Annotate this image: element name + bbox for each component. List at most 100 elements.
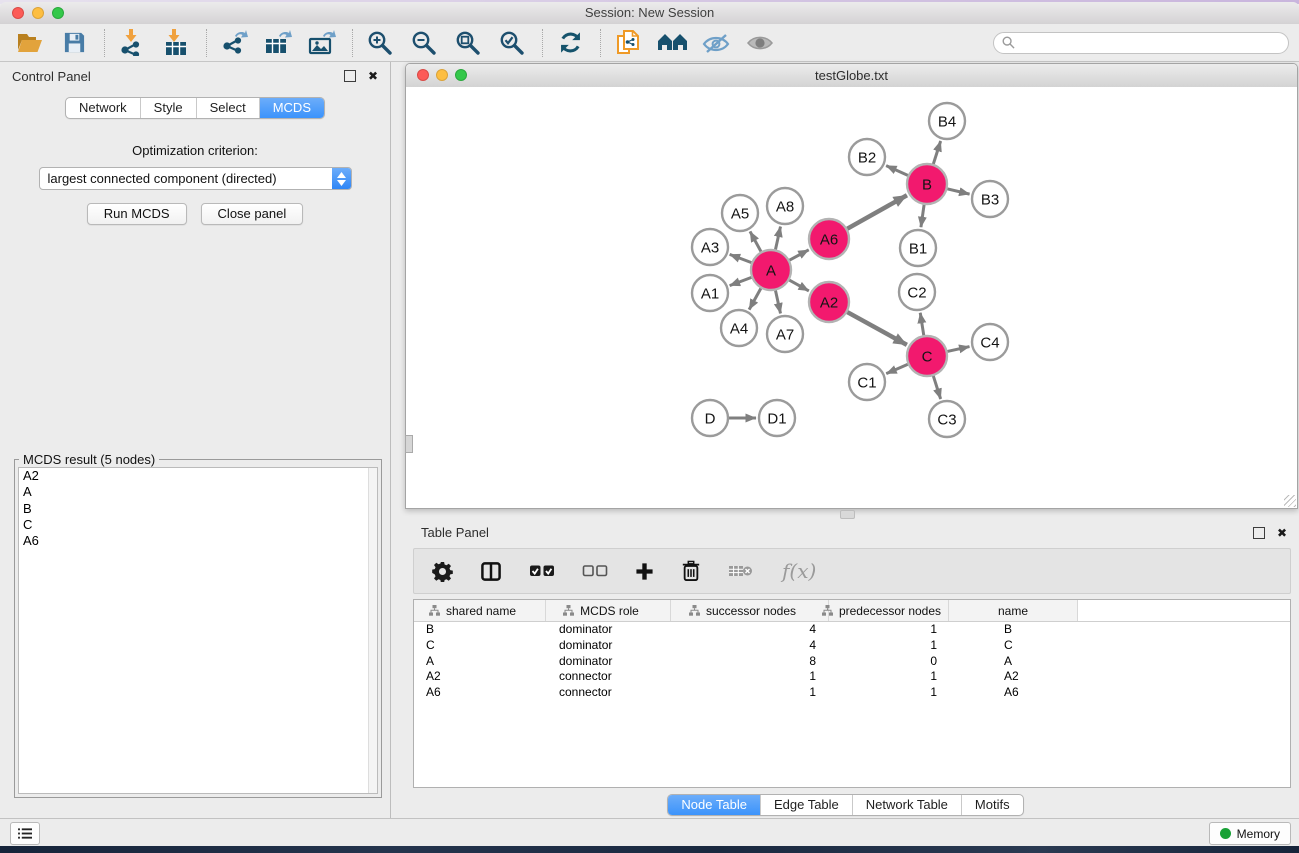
- import-network-icon[interactable]: [116, 27, 148, 59]
- graph-node-A[interactable]: A: [751, 250, 791, 290]
- table-cell[interactable]: A: [949, 654, 1078, 670]
- mcds-result-item[interactable]: A6: [19, 533, 377, 549]
- table-cell[interactable]: A2: [414, 669, 546, 685]
- zoom-selected-icon[interactable]: [496, 27, 528, 59]
- graph-node-A4[interactable]: A4: [721, 310, 757, 346]
- table-cell[interactable]: C: [949, 638, 1078, 654]
- search-field[interactable]: [993, 32, 1289, 54]
- zoom-in-icon[interactable]: [364, 27, 396, 59]
- table-row[interactable]: Adominator80A: [414, 654, 1290, 670]
- graph-edge-A-A1[interactable]: [730, 276, 755, 285]
- graph-edge-A-A8[interactable]: [775, 227, 781, 253]
- column-header-mcds-role[interactable]: MCDS role: [546, 600, 671, 621]
- table-cell[interactable]: 4: [671, 622, 829, 638]
- window-resize-handle[interactable]: [1284, 495, 1296, 507]
- deselect-all-icon[interactable]: [582, 564, 608, 578]
- table-cell[interactable]: connector: [546, 685, 671, 701]
- mcds-result-item[interactable]: B: [19, 501, 377, 517]
- gear-icon[interactable]: [432, 561, 453, 582]
- table-cell[interactable]: B: [414, 622, 546, 638]
- graph-edge-C-C2[interactable]: [920, 313, 924, 338]
- tab-mcds[interactable]: MCDS: [259, 98, 324, 118]
- table-cell[interactable]: 1: [671, 685, 829, 701]
- zoom-out-icon[interactable]: [408, 27, 440, 59]
- graph-node-B3[interactable]: B3: [972, 181, 1008, 217]
- graph-node-D1[interactable]: D1: [759, 400, 795, 436]
- graph-node-B1[interactable]: B1: [900, 230, 936, 266]
- graph-edge-A2-C[interactable]: [845, 311, 907, 345]
- graph-node-A2[interactable]: A2: [809, 282, 849, 322]
- graph-edge-A6-B[interactable]: [845, 195, 907, 230]
- table-row[interactable]: Cdominator41C: [414, 638, 1290, 654]
- run-mcds-button[interactable]: Run MCDS: [87, 203, 187, 225]
- graph-edge-A-A6[interactable]: [787, 250, 809, 262]
- table-row[interactable]: A6connector11A6: [414, 685, 1290, 701]
- graph-node-A5[interactable]: A5: [722, 195, 758, 231]
- column-header-successor-nodes[interactable]: successor nodes: [671, 600, 829, 621]
- column-header-name[interactable]: name: [949, 600, 1078, 621]
- home-view-icon[interactable]: [656, 27, 688, 59]
- optimization-criterion-dropdown[interactable]: largest connected component (directed): [39, 167, 352, 190]
- table-cell[interactable]: dominator: [546, 622, 671, 638]
- graph-node-A8[interactable]: A8: [767, 188, 803, 224]
- hide-selected-eye-icon[interactable]: [700, 27, 732, 59]
- graph-edge-C-C1[interactable]: [886, 363, 910, 373]
- table-cell[interactable]: A: [414, 654, 546, 670]
- graph-edge-B-B2[interactable]: [886, 166, 910, 177]
- graph-node-C4[interactable]: C4: [972, 324, 1008, 360]
- float-panel-icon[interactable]: [344, 70, 356, 82]
- table-cell[interactable]: A6: [949, 685, 1078, 701]
- mcds-result-list[interactable]: A2ABCA6: [18, 467, 378, 794]
- graph-edge-C-C4[interactable]: [945, 347, 970, 353]
- graph-edge-A-A4[interactable]: [749, 286, 762, 310]
- mcds-result-item[interactable]: A: [19, 484, 377, 500]
- close-panel-icon[interactable]: ✖: [368, 69, 378, 83]
- table-cell[interactable]: 0: [829, 654, 949, 670]
- graph-node-D[interactable]: D: [692, 400, 728, 436]
- table-cell[interactable]: dominator: [546, 638, 671, 654]
- graph-edge-B-B1[interactable]: [921, 202, 925, 227]
- delete-table-icon[interactable]: [728, 563, 753, 579]
- table-cell[interactable]: dominator: [546, 654, 671, 670]
- graph-node-C2[interactable]: C2: [899, 274, 935, 310]
- task-history-button[interactable]: [10, 822, 40, 845]
- splitter-handle[interactable]: [405, 435, 413, 453]
- graph-edge-A-A5[interactable]: [750, 231, 762, 254]
- tab-network[interactable]: Network: [66, 98, 140, 118]
- table-cell[interactable]: 1: [829, 685, 949, 701]
- export-network-icon[interactable]: [218, 27, 250, 59]
- graph-edge-B-B4[interactable]: [932, 141, 940, 167]
- table-cell[interactable]: 4: [671, 638, 829, 654]
- network-canvas[interactable]: B4B2BB3A8A5A3A6B1AA1C2A2A4A7CC4C1C3DD1: [406, 87, 1297, 508]
- table-cell[interactable]: 1: [671, 669, 829, 685]
- column-visibility-icon[interactable]: [480, 561, 502, 582]
- table-row[interactable]: Bdominator41B: [414, 622, 1290, 638]
- export-image-icon[interactable]: [306, 27, 338, 59]
- copy-network-icon[interactable]: [612, 27, 644, 59]
- table-cell[interactable]: 1: [829, 638, 949, 654]
- tab-style[interactable]: Style: [140, 98, 196, 118]
- table-row[interactable]: A2connector11A2: [414, 669, 1290, 685]
- memory-button[interactable]: Memory: [1209, 822, 1291, 845]
- graph-edge-A-A2[interactable]: [787, 279, 809, 291]
- graph-edge-C-C3[interactable]: [932, 373, 940, 399]
- table-cell[interactable]: 1: [829, 622, 949, 638]
- graph-node-A1[interactable]: A1: [692, 275, 728, 311]
- column-header-predecessor-nodes[interactable]: predecessor nodes: [829, 600, 949, 621]
- open-file-icon[interactable]: [14, 27, 46, 59]
- close-panel-icon[interactable]: ✖: [1277, 526, 1287, 540]
- zoom-fit-icon[interactable]: [452, 27, 484, 59]
- select-all-check-icon[interactable]: [529, 564, 555, 578]
- add-column-icon[interactable]: [635, 562, 654, 581]
- table-cell[interactable]: 1: [829, 669, 949, 685]
- graph-edge-A-A3[interactable]: [730, 254, 755, 263]
- horizontal-splitter-handle[interactable]: [840, 510, 855, 519]
- tab-network-table[interactable]: Network Table: [852, 795, 961, 815]
- table-cell[interactable]: connector: [546, 669, 671, 685]
- tab-select[interactable]: Select: [196, 98, 259, 118]
- graph-node-C3[interactable]: C3: [929, 401, 965, 437]
- search-input[interactable]: [1020, 34, 1288, 52]
- save-session-icon[interactable]: [58, 27, 90, 59]
- graph-node-B2[interactable]: B2: [849, 139, 885, 175]
- graph-node-A7[interactable]: A7: [767, 316, 803, 352]
